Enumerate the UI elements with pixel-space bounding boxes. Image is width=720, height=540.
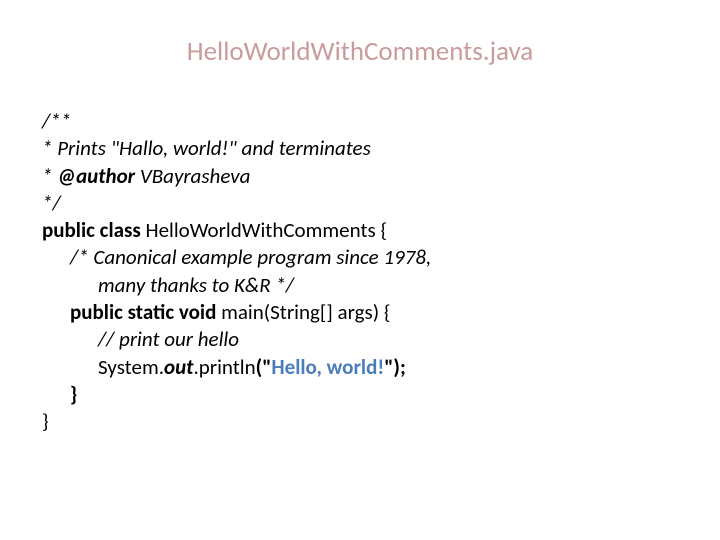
string-literal: Hello, world! bbox=[271, 354, 384, 380]
code-line: */ bbox=[42, 190, 678, 217]
block-comment: many thanks to K&R */ bbox=[98, 272, 294, 298]
doc-comment-prefix: * bbox=[42, 163, 57, 189]
code-line: } bbox=[42, 381, 678, 408]
code-line: public class HelloWorldWithComments { bbox=[42, 217, 678, 244]
code-line: public static void main(String[] args) { bbox=[42, 299, 678, 326]
doc-comment-text: * Prints "Hallo, world!" and terminates bbox=[42, 135, 371, 161]
system-call: System. bbox=[98, 354, 164, 380]
doc-author-name: VBayrasheva bbox=[135, 163, 250, 189]
block-comment: /* Canonical example program since 1978, bbox=[70, 244, 431, 270]
method-close-brace: } bbox=[70, 381, 77, 407]
class-name: HelloWorldWithComments { bbox=[145, 217, 387, 243]
code-line: many thanks to K&R */ bbox=[42, 272, 678, 299]
code-line: } bbox=[42, 408, 678, 435]
keyword-public-class: public class bbox=[42, 217, 145, 243]
doc-tag-author: @author bbox=[57, 163, 135, 189]
keyword-method: public static void bbox=[70, 299, 221, 325]
line-comment: // print our hello bbox=[98, 326, 239, 352]
method-signature: main(String[] args) { bbox=[221, 299, 390, 325]
code-line: * @author VBayrasheva bbox=[42, 163, 678, 190]
class-close-brace: } bbox=[42, 408, 49, 434]
code-line: * Prints "Hallo, world!" and terminates bbox=[42, 135, 678, 162]
page-title: HelloWorldWithComments.java bbox=[42, 35, 678, 68]
println-call: .println bbox=[193, 354, 255, 380]
doc-comment-open: /** bbox=[42, 108, 71, 134]
paren-quote-close: "); bbox=[384, 354, 406, 380]
doc-comment-close: */ bbox=[42, 190, 61, 216]
code-line: /** bbox=[42, 108, 678, 135]
out-field: out bbox=[164, 354, 193, 380]
code-line: // print our hello bbox=[42, 326, 678, 353]
code-line: /* Canonical example program since 1978, bbox=[42, 244, 678, 271]
paren-quote-open: (" bbox=[256, 354, 272, 380]
code-line: System.out.println("Hello, world!"); bbox=[42, 354, 678, 381]
code-block: /** * Prints "Hallo, world!" and termina… bbox=[42, 108, 678, 436]
